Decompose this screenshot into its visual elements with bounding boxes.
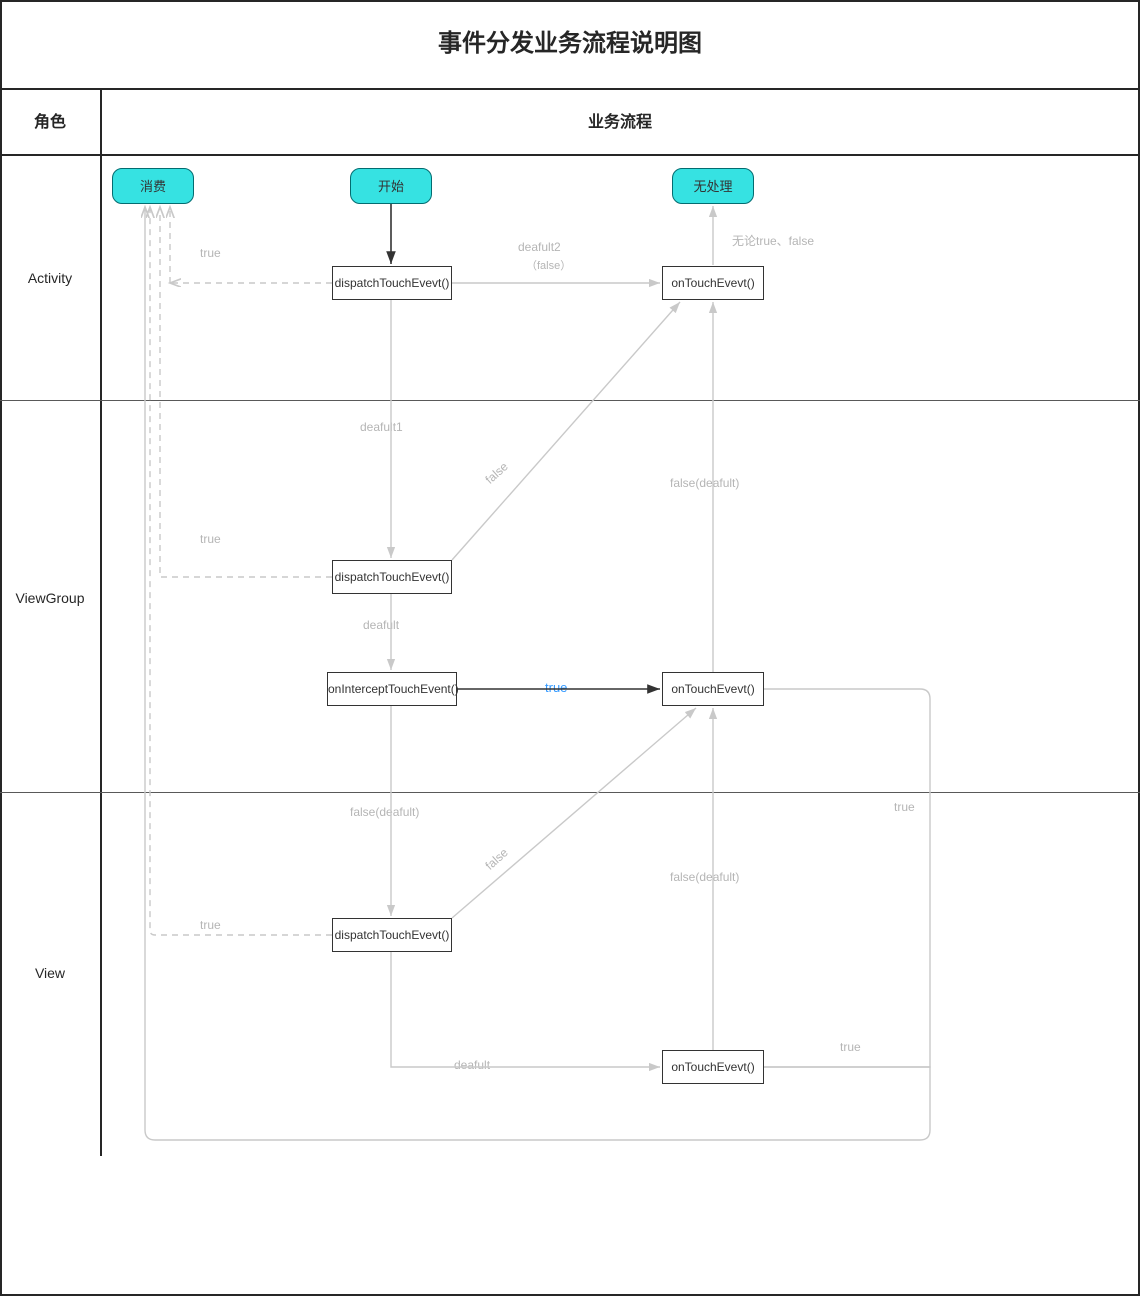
node-vg-intercept: onInterceptTouchEvent()	[327, 672, 457, 706]
edge-label: true	[894, 800, 915, 814]
header-role: 角色	[0, 108, 100, 132]
node-view-dispatch: dispatchTouchEvevt()	[332, 918, 452, 952]
node-vg-ontouch: onTouchEvevt()	[662, 672, 764, 706]
edge-label: deafult1	[360, 420, 403, 434]
edge-label: 无论true、false	[732, 232, 814, 249]
divider	[0, 88, 1140, 90]
edge-label: deafult	[454, 1058, 490, 1072]
lane-activity: Activity	[0, 270, 100, 286]
lane-viewgroup: ViewGroup	[0, 590, 100, 606]
edge-label: true	[200, 532, 221, 546]
lane-view: View	[0, 965, 100, 981]
edge-label: false(deafult)	[350, 805, 419, 819]
lane-divider	[0, 400, 1140, 401]
node-view-ontouch: onTouchEvevt()	[662, 1050, 764, 1084]
node-start: 开始	[350, 168, 432, 204]
node-nohandle: 无处理	[672, 168, 754, 204]
edge-label: true	[840, 1040, 861, 1054]
edge-label: deafult	[363, 618, 399, 632]
edge-label: （false）	[526, 257, 571, 273]
node-activity-dispatch: dispatchTouchEvevt()	[332, 266, 452, 300]
node-vg-dispatch: dispatchTouchEvevt()	[332, 560, 452, 594]
edge-label: false(deafult)	[670, 476, 739, 490]
diagram-title: 事件分发业务流程说明图	[0, 0, 1140, 88]
divider	[0, 154, 1140, 156]
edge-label: false(deafult)	[670, 870, 739, 884]
edge-label: deafult2	[518, 240, 561, 254]
divider	[100, 88, 102, 1156]
header-flow: 业务流程	[100, 108, 1140, 132]
node-activity-ontouch: onTouchEvevt()	[662, 266, 764, 300]
edge-label: true	[200, 246, 221, 260]
edge-label: true	[545, 680, 567, 695]
lane-divider	[0, 792, 1140, 793]
edge-label: true	[200, 918, 221, 932]
node-consume: 消费	[112, 168, 194, 204]
